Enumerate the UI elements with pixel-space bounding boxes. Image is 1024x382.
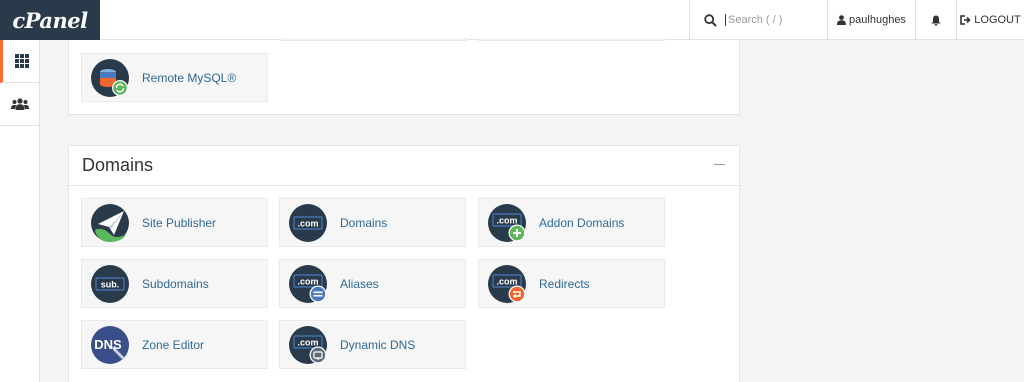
addon-domains-icon: .com [488, 203, 526, 242]
user-icon [837, 15, 847, 25]
logout-label: LOGOUT [974, 14, 1021, 26]
username: paulhughes [849, 14, 906, 26]
aliases-icon: .com [289, 264, 327, 303]
user-menu[interactable]: paulhughes [827, 0, 915, 40]
zone-editor-icon: DNS [91, 325, 129, 364]
tile-label: Addon Domains [539, 215, 625, 230]
remote-mysql-icon [91, 58, 129, 97]
icon-text: DNS [94, 337, 122, 352]
icon-text: .com [297, 218, 318, 228]
tile-label: Redirects [539, 276, 590, 291]
tile-site-publisher[interactable]: Site Publisher [81, 198, 268, 247]
tile-label: Zone Editor [142, 337, 205, 352]
search-input[interactable] [725, 14, 825, 26]
site-publisher-icon [91, 203, 129, 242]
cpanel-logo[interactable]: cPanel [0, 0, 100, 40]
tile-redirects[interactable]: .com Redirects [478, 259, 665, 308]
tile-label: Subdomains [142, 276, 209, 291]
logo-text: cPanel [12, 7, 88, 33]
sidebar [0, 40, 40, 382]
notifications-button[interactable] [915, 0, 956, 40]
subdomains-icon: sub. [91, 264, 129, 303]
panel-header[interactable]: Domains [69, 146, 739, 186]
tile-dynamic-dns[interactable]: .com Dynamic DNS [279, 320, 466, 369]
tile-remote-mysql[interactable]: Remote MySQL® [81, 53, 268, 102]
grid-icon [14, 54, 29, 68]
tile-label: Site Publisher [142, 215, 217, 230]
tile-label: Aliases [340, 276, 379, 291]
icon-text: .com [297, 276, 318, 286]
sidebar-item-tools[interactable] [0, 40, 40, 83]
icon-text: .com [496, 276, 517, 286]
top-bar: cPanel paulhughes [0, 0, 1024, 40]
redirects-icon: .com [488, 264, 526, 303]
icon-text: .com [496, 215, 517, 225]
tile-addon-domains[interactable]: .com Addon Domains [478, 198, 665, 247]
tile-stub [478, 38, 665, 41]
collapse-icon[interactable] [714, 164, 725, 165]
logout-button[interactable]: LOGOUT [956, 0, 1024, 40]
icon-text: sub. [101, 279, 120, 289]
search-icon [704, 13, 717, 27]
bell-icon [931, 15, 941, 26]
tile-label: Remote MySQL® [142, 70, 237, 85]
search-box[interactable] [689, 0, 827, 40]
logout-icon [960, 15, 971, 25]
header-actions: paulhughes LOGOUT [689, 0, 1024, 40]
dynamic-dns-icon: .com [289, 325, 327, 364]
tile-domains[interactable]: .com Domains [279, 198, 466, 247]
databases-panel: Remote MySQL® [68, 38, 740, 115]
domains-icon: .com [289, 203, 327, 242]
tile-zone-editor[interactable]: DNS Zone Editor [81, 320, 268, 369]
icon-text: .com [297, 337, 318, 347]
panel-title: Domains [82, 155, 154, 175]
tile-label: Dynamic DNS [340, 337, 416, 352]
sidebar-item-users[interactable] [0, 83, 40, 126]
domains-panel: Domains Site Publisher .com Domains .com [68, 145, 740, 382]
tile-stub [280, 38, 467, 41]
tile-label: Domains [340, 215, 388, 230]
tile-aliases[interactable]: .com Aliases [279, 259, 466, 308]
tile-subdomains[interactable]: sub. Subdomains [81, 259, 268, 308]
users-icon [11, 98, 29, 110]
